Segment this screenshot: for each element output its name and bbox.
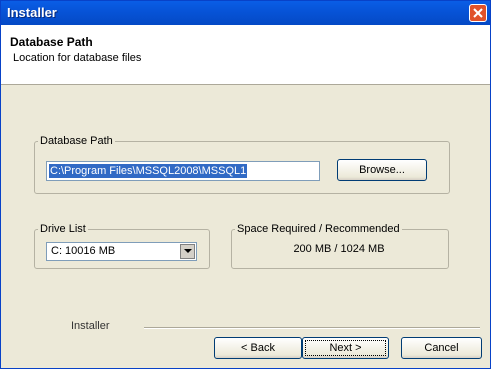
space-required-value: 200 MB / 1024 MB	[293, 243, 385, 255]
database-path-value: C:\Program Files\MSSQL2008\MSSQL1	[49, 164, 248, 178]
title-bar[interactable]: Installer	[1, 1, 490, 25]
dropdown-button[interactable]	[180, 244, 195, 259]
close-icon	[473, 8, 483, 18]
drive-list-legend: Drive List	[40, 223, 86, 235]
database-path-legend: Database Path	[40, 135, 113, 147]
cancel-button[interactable]: Cancel	[401, 337, 482, 359]
installer-window: Installer Database Path Location for dat…	[0, 0, 491, 369]
page-subtitle: Location for database files	[13, 52, 142, 64]
page-title: Database Path	[10, 35, 93, 49]
space-required-legend: Space Required / Recommended	[237, 223, 400, 235]
chevron-down-icon	[184, 249, 192, 253]
back-button[interactable]: < Back	[214, 337, 302, 359]
browse-button[interactable]: Browse...	[337, 159, 427, 181]
next-button[interactable]: Next >	[302, 337, 389, 359]
drive-list-value: C: 10016 MB	[51, 245, 116, 257]
close-button[interactable]	[469, 4, 487, 22]
page-header: Database Path Location for database file…	[1, 25, 490, 85]
footer-divider	[144, 327, 480, 329]
database-path-input[interactable]: C:\Program Files\MSSQL2008\MSSQL1	[46, 161, 320, 181]
drive-list-select[interactable]: C: 10016 MB	[46, 242, 197, 261]
window-title: Installer	[7, 5, 57, 20]
footer-label: Installer	[71, 320, 110, 332]
